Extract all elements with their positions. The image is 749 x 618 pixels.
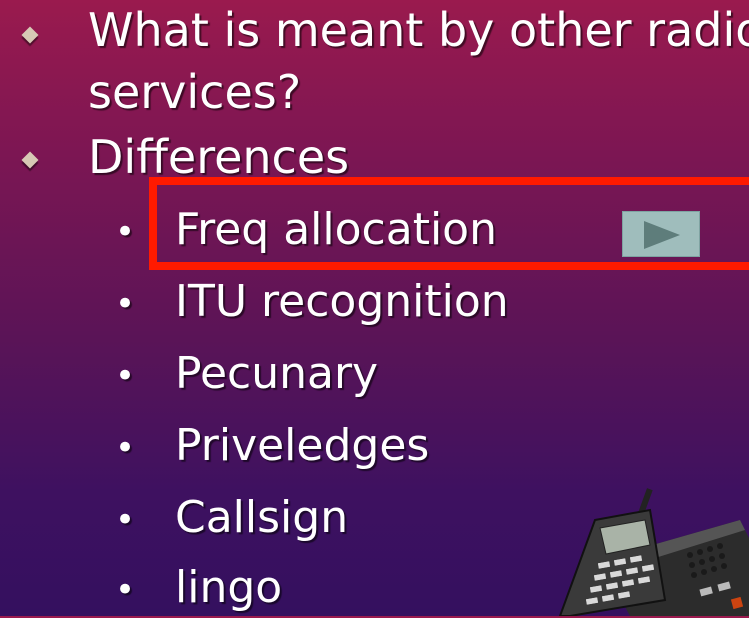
dot-bullet-icon: • xyxy=(115,356,136,396)
dot-bullet-icon: • xyxy=(115,284,136,324)
dot-bullet-icon: • xyxy=(115,428,136,468)
bullet-1-line-2: services? xyxy=(88,65,302,119)
sub-bullet-pecunary: Pecunary xyxy=(175,348,379,399)
sub-bullet-itu-recognition: ITU recognition xyxy=(175,276,509,327)
diamond-bullet-icon xyxy=(21,26,39,44)
bullet-1-line-1: What is meant by other radio xyxy=(88,3,749,57)
dot-bullet-icon: • xyxy=(115,212,136,252)
sub-bullet-callsign: Callsign xyxy=(175,492,349,543)
cordless-phone-icon xyxy=(558,488,749,616)
slide: What is meant by other radio services? D… xyxy=(0,0,749,616)
sub-bullet-priveledges: Priveledges xyxy=(175,420,430,471)
play-button[interactable] xyxy=(622,211,700,257)
dot-bullet-icon: • xyxy=(115,570,136,610)
sub-bullet-lingo: lingo xyxy=(175,562,283,613)
diamond-bullet-icon xyxy=(21,151,39,169)
play-icon xyxy=(644,221,680,249)
dot-bullet-icon: • xyxy=(115,500,136,540)
